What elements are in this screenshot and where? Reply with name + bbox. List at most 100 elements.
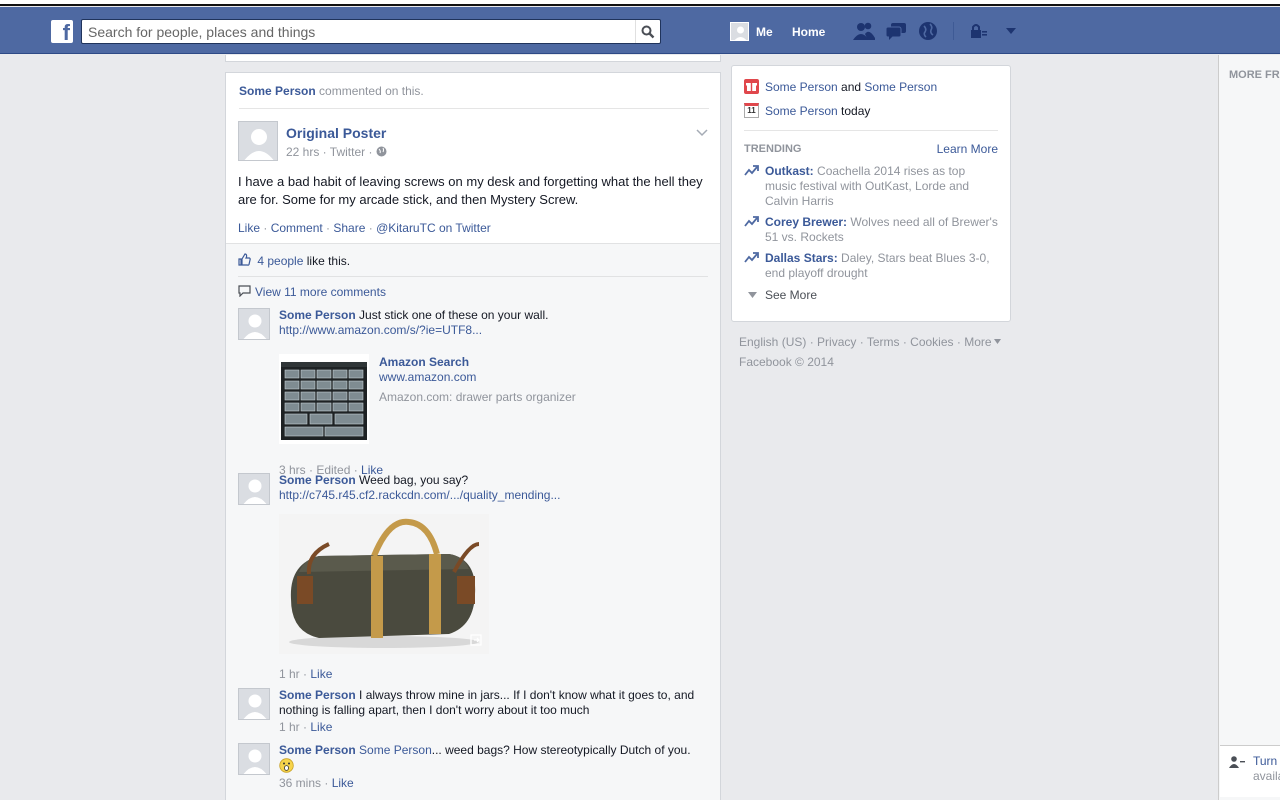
poster-name-link[interactable]: Original Poster xyxy=(286,125,386,141)
commenter-avatar[interactable] xyxy=(238,473,270,505)
birthday-name-2[interactable]: Some Person xyxy=(864,80,937,94)
search-button[interactable] xyxy=(635,20,660,43)
commenter-name-link[interactable]: Some Person xyxy=(279,308,356,322)
comment-item: Some Person Some Person... weed bags? Ho… xyxy=(238,743,708,795)
see-more-label: See More xyxy=(765,288,818,302)
drawer-organizer-image[interactable] xyxy=(279,354,369,444)
comment-timestamp[interactable]: 1 hr · xyxy=(279,667,307,681)
chat-availability-text: availa xyxy=(1253,769,1280,783)
comment-url-link[interactable]: http://c745.r45.cf2.rackcdn.com/.../qual… xyxy=(279,488,707,503)
trending-arrow-icon xyxy=(744,252,759,263)
post-body-text: I have a bad habit of leaving screws on … xyxy=(238,174,703,207)
post-author-block: Original Poster 22 hrs · Twitter · xyxy=(238,121,708,161)
caret-down-icon xyxy=(993,339,1001,344)
footer-privacy-link[interactable]: Privacy xyxy=(817,335,856,349)
view-more-comments-link[interactable]: View 11 more comments xyxy=(238,285,386,299)
thumbs-up-icon xyxy=(238,253,251,266)
trend-topic[interactable]: Outkast: xyxy=(765,164,814,178)
footer-terms-link[interactable]: Terms xyxy=(867,335,900,349)
search-input[interactable] xyxy=(82,20,632,43)
event-name[interactable]: Some Person xyxy=(765,104,838,118)
friend-requests-icon[interactable] xyxy=(852,20,876,42)
commenter-avatar[interactable] xyxy=(238,743,270,775)
comment-like-link[interactable]: Like xyxy=(310,720,332,734)
comment-like-link[interactable]: Like xyxy=(332,776,354,790)
comment-meta: 1 hr · Like xyxy=(279,667,707,682)
sidebar-divider xyxy=(744,130,998,131)
profile-link[interactable]: Me xyxy=(730,22,773,41)
mention-link[interactable]: Some Person xyxy=(359,743,432,757)
facebook-logo-icon[interactable]: f xyxy=(51,20,73,43)
me-label: Me xyxy=(756,24,773,39)
trending-item[interactable]: Corey Brewer: Wolves need all of Brewer'… xyxy=(744,215,998,245)
see-more-trending-button[interactable]: See More xyxy=(748,288,817,302)
comment-like-link[interactable]: Like xyxy=(310,667,332,681)
post-options-chevron-icon[interactable] xyxy=(696,126,708,140)
comment-item: Some Person I always throw mine in jars.… xyxy=(238,688,708,735)
turn-on-chat-box[interactable]: Turn availa xyxy=(1220,745,1280,797)
footer-more-link[interactable]: More xyxy=(964,335,991,349)
story-context-header: Some Person commented on this. xyxy=(239,84,709,109)
post-timestamp[interactable]: 22 hrs · Twitter · xyxy=(286,145,372,159)
messages-icon[interactable] xyxy=(884,20,908,42)
chat-user-icon xyxy=(1229,756,1245,768)
notifications-globe-icon[interactable] xyxy=(916,20,940,42)
share-description: Amazon.com: drawer parts organizer xyxy=(379,390,576,404)
more-friends-label: MORE FRI xyxy=(1229,69,1280,81)
search-icon xyxy=(641,25,655,38)
commenter-avatar[interactable] xyxy=(238,688,270,720)
post-meta: 22 hrs · Twitter · xyxy=(286,145,387,159)
footer-language-link[interactable]: English (US) xyxy=(739,335,806,349)
commenter-name-link[interactable]: Some Person xyxy=(279,473,356,487)
share-link[interactable]: Share xyxy=(333,221,365,235)
duffel-bag-photo[interactable] xyxy=(279,514,489,654)
likes-suffix: like this. xyxy=(306,254,351,268)
public-globe-icon xyxy=(376,146,387,157)
trending-arrow-icon xyxy=(744,165,759,176)
comment-text: Weed bag, you say? xyxy=(359,473,469,487)
comment-body: Some Person Some Person... weed bags? Ho… xyxy=(279,743,707,791)
via-twitter-link[interactable]: @KitaruTC on Twitter xyxy=(376,221,491,235)
likes-count-link[interactable]: 4 people xyxy=(257,254,303,268)
commenter-name-link[interactable]: Some Person xyxy=(279,688,356,702)
trend-topic[interactable]: Dallas Stars: xyxy=(765,251,838,265)
trending-item[interactable]: Dallas Stars: Daley, Stars beat Blues 3-… xyxy=(744,251,998,281)
right-sidebar-card: Some Person and Some Person 11 Some Pers… xyxy=(731,65,1011,322)
poster-avatar[interactable] xyxy=(238,121,278,161)
settings-dropdown-icon[interactable] xyxy=(999,20,1023,42)
comment-link[interactable]: Comment xyxy=(271,221,323,235)
turn-on-chat-link[interactable]: Turn xyxy=(1253,754,1277,768)
like-link[interactable]: Like xyxy=(238,221,260,235)
birthday-and: and xyxy=(841,79,862,94)
comment-meta: 36 mins · Like xyxy=(279,776,707,791)
home-link[interactable]: Home xyxy=(792,25,825,39)
privacy-shortcuts-icon[interactable] xyxy=(967,20,991,42)
event-reminder[interactable]: 11 Some Person today xyxy=(744,103,870,118)
learn-more-link[interactable]: Learn More xyxy=(937,142,998,156)
trending-item[interactable]: Outkast: Coachella 2014 rises as top mus… xyxy=(744,164,998,209)
share-domain: www.amazon.com xyxy=(379,370,477,384)
caret-down-icon xyxy=(748,292,757,298)
trending-arrow-icon xyxy=(744,216,759,227)
birthday-reminder[interactable]: Some Person and Some Person xyxy=(744,79,937,94)
story-actor-link[interactable]: Some Person xyxy=(239,84,316,98)
footer-cookies-link[interactable]: Cookies xyxy=(910,335,953,349)
comment-item: Some Person Weed bag, you say? http://c7… xyxy=(238,473,708,681)
birthday-name-1[interactable]: Some Person xyxy=(765,80,838,94)
comment-meta: 1 hr · Like xyxy=(279,720,707,735)
comment-timestamp[interactable]: 36 mins · xyxy=(279,776,328,790)
link-share-preview[interactable]: Amazon Search www.amazon.com Amazon.com:… xyxy=(279,354,707,444)
commenter-avatar[interactable] xyxy=(238,308,270,340)
trend-topic[interactable]: Corey Brewer: xyxy=(765,215,847,229)
window-top-strip xyxy=(0,0,1280,6)
comments-section: 4 people like this. View 11 more comment… xyxy=(226,243,720,800)
comment-timestamp[interactable]: 1 hr · xyxy=(279,720,307,734)
expand-photo-icon[interactable] xyxy=(470,634,482,646)
comment-url-link[interactable]: http://www.amazon.com/s/?ie=UTF8... xyxy=(279,323,707,338)
commenter-name-link[interactable]: Some Person xyxy=(279,743,356,757)
gift-icon xyxy=(744,79,759,94)
chat-sidebar: MORE FRI Turn availa xyxy=(1218,55,1280,800)
search-box xyxy=(81,19,661,44)
share-title-link[interactable]: Amazon Search xyxy=(379,355,469,370)
comment-text: Just stick one of these on your wall. xyxy=(359,308,549,322)
